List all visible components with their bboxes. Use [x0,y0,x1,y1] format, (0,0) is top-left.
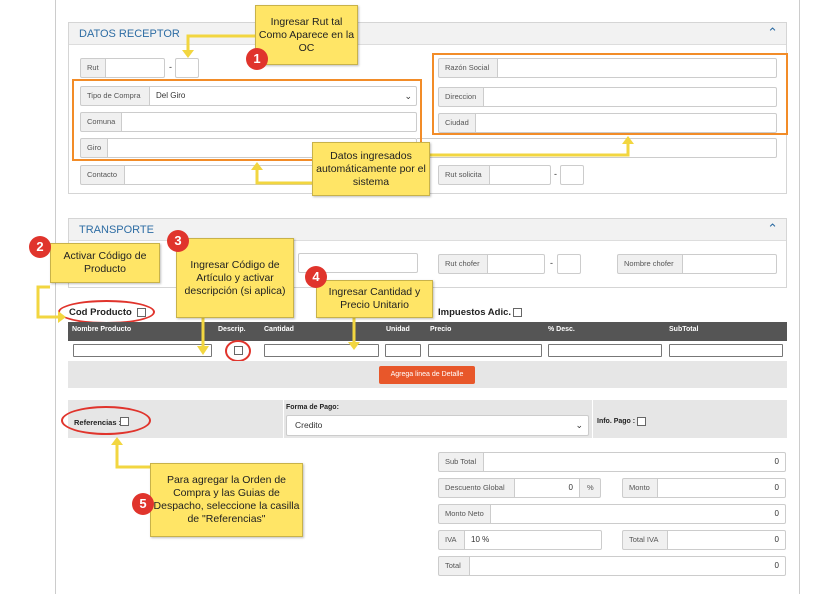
note-5: Para agregar la Orden de Compra y las Gu… [150,463,303,537]
arrowhead-4 [348,342,360,350]
arrowhead-auto-right [622,136,634,144]
badge-1: 1 [246,48,268,70]
note-auto: Datos ingresados automáticamente por el … [312,142,430,196]
arrow-2 [36,285,60,319]
arrowhead-3 [197,346,209,355]
arrowhead-2 [58,311,66,323]
arrowhead-1 [182,50,194,58]
note-4: Ingresar Cantidad y Precio Unitario [316,280,433,318]
arrowhead-5 [111,437,123,445]
arrow-auto-left [255,168,312,185]
arrowhead-auto-left [251,162,263,170]
note-3: Ingresar Código de Artículo y activar de… [176,238,294,318]
badge-4: 4 [305,266,327,288]
arrow-auto-right [430,142,630,157]
badge-3: 3 [167,230,189,252]
arrow-1 [186,34,255,52]
badge-2: 2 [29,236,51,258]
badge-5: 5 [132,493,154,515]
note-2: Activar Código de Producto [50,243,160,283]
note-1: Ingresar Rut tal Como Aparece en la OC [255,5,358,65]
arrow-5 [115,443,150,469]
